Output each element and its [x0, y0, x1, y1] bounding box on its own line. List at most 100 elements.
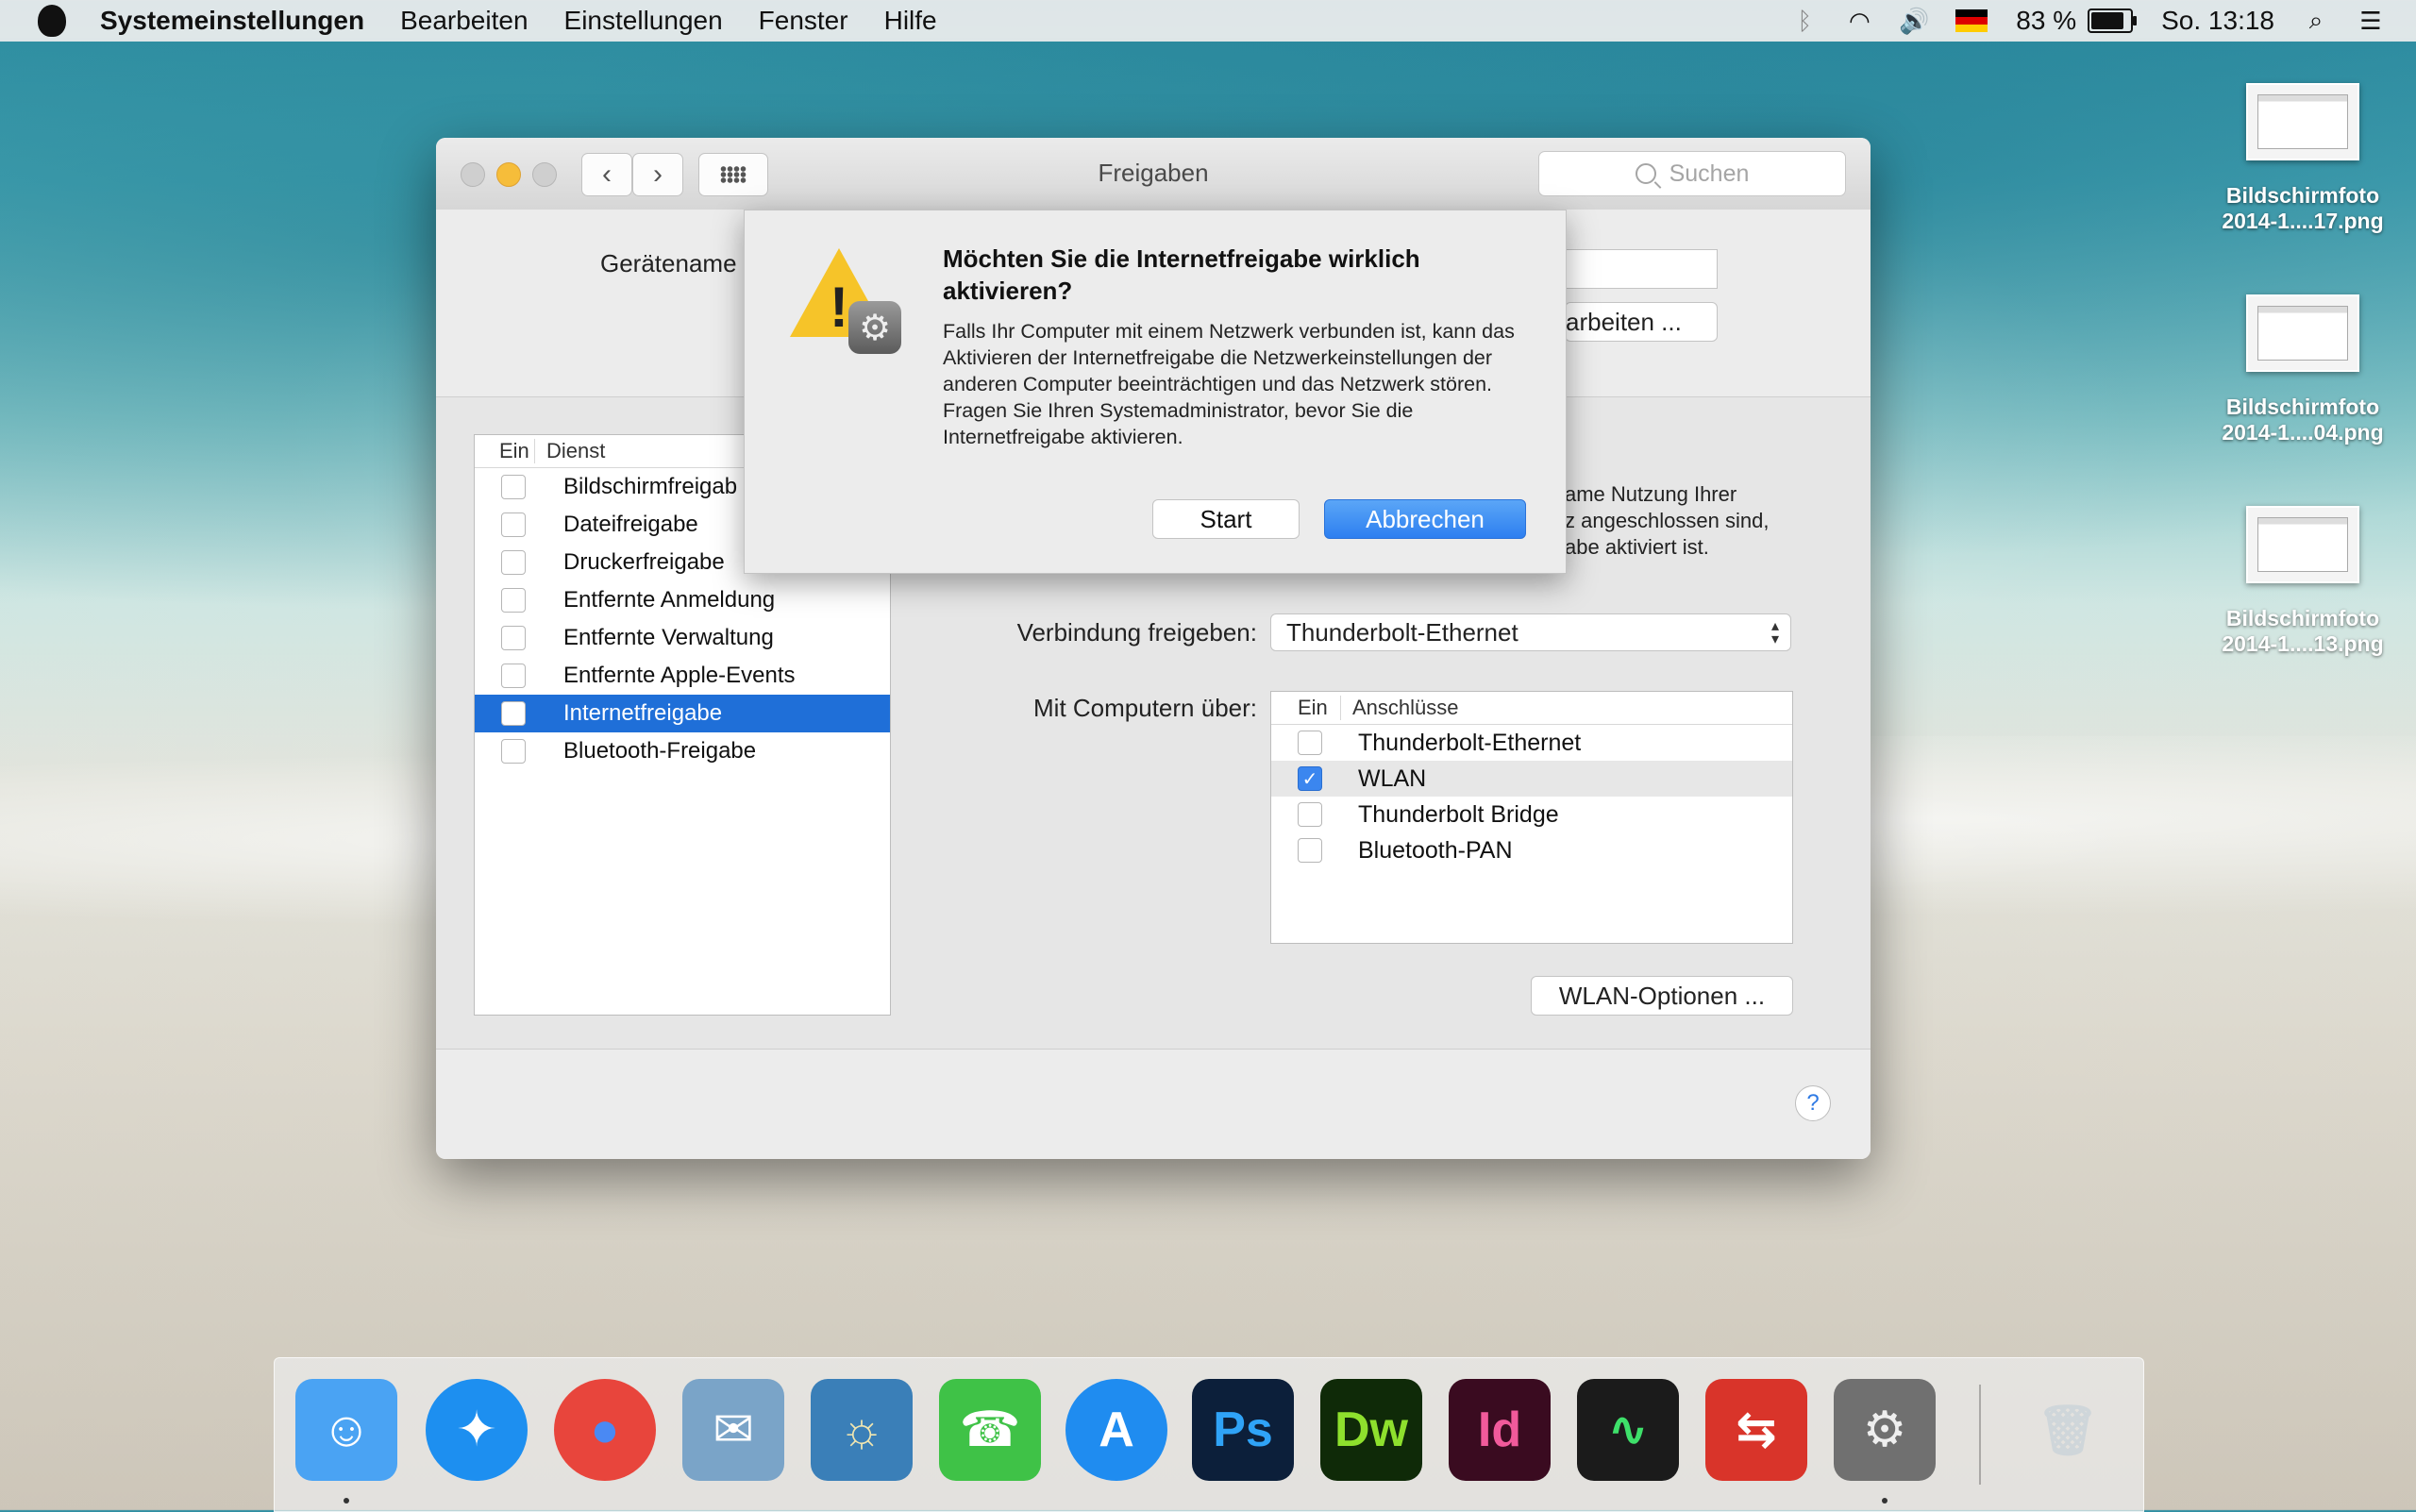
file-name-line2: 2014-1....13.png — [2222, 631, 2384, 656]
service-label: Entfernte Apple-Events — [563, 663, 796, 688]
desktop-file[interactable]: Bildschirmfoto 2014-1....17.png — [2190, 83, 2416, 234]
indesign-icon[interactable]: Id — [1449, 1379, 1551, 1481]
menu-einstellungen[interactable]: Einstellungen — [564, 6, 723, 36]
warning-icon: ! ⚙ — [790, 248, 903, 354]
system-preferences-badge-icon: ⚙ — [848, 301, 901, 354]
dreamweaver-icon[interactable]: Dw — [1320, 1379, 1422, 1481]
remote-desktop-icon[interactable]: ⇆ — [1705, 1379, 1807, 1481]
screenshot-thumbnail-icon — [2246, 83, 2359, 160]
service-checkbox[interactable] — [501, 512, 526, 537]
service-label: Druckerfreigabe — [563, 549, 725, 575]
file-name-line1: Bildschirmfoto — [2225, 183, 2380, 208]
volume-icon[interactable]: 🔊 — [1899, 7, 1929, 35]
wlan-options-button[interactable]: WLAN-Optionen ... — [1531, 976, 1793, 1016]
service-row-selected[interactable]: Internetfreigabe — [475, 695, 890, 732]
port-row[interactable]: Thunderbolt Bridge — [1271, 797, 1792, 832]
edit-device-name-button[interactable]: arbeiten ... — [1565, 302, 1718, 342]
cancel-button[interactable]: Abbrechen — [1324, 499, 1526, 539]
iphoto-icon[interactable]: ☼ — [811, 1379, 913, 1481]
edit-button-label: arbeiten ... — [1566, 307, 1682, 336]
service-label: Bildschirmfreigab — [563, 474, 738, 499]
desktop-file[interactable]: Bildschirmfoto 2014-1....13.png — [2190, 506, 2416, 657]
port-row[interactable]: Bluetooth-PAN — [1271, 832, 1792, 868]
menu-bar: Systemeinstellungen Bearbeiten Einstellu… — [0, 0, 2416, 42]
service-row[interactable]: Bluetooth-Freigabe — [475, 732, 890, 770]
start-button[interactable]: Start — [1152, 499, 1300, 539]
desktop-file[interactable]: Bildschirmfoto 2014-1....04.png — [2190, 294, 2416, 445]
service-label: Dateifreigabe — [563, 512, 698, 537]
service-label: Bluetooth-Freigabe — [563, 738, 757, 764]
dock: ☺ ✦ ● ✉ ☼ ☎ A Ps Dw Id ∿ ⇆ ⚙ 🗑 — [274, 1357, 2144, 1512]
safari-icon[interactable]: ✦ — [426, 1379, 528, 1481]
dock-separator — [1979, 1385, 1981, 1485]
help-button[interactable]: ? — [1795, 1085, 1831, 1121]
search-field[interactable]: Suchen — [1538, 151, 1846, 196]
battery-percent[interactable]: 83 % — [2016, 6, 2076, 36]
service-checkbox[interactable] — [501, 626, 526, 650]
german-flag-icon[interactable] — [1955, 9, 1988, 32]
finder-icon[interactable]: ☺ — [295, 1379, 397, 1481]
service-row[interactable]: Entfernte Apple-Events — [475, 657, 890, 695]
service-description: ame Nutzung Ihrer z angeschlossen sind, … — [1565, 481, 1838, 561]
battery-icon[interactable] — [2088, 8, 2138, 33]
menu-clock[interactable]: So. 13:18 — [2161, 6, 2274, 36]
description-line: ame Nutzung Ihrer — [1565, 482, 1737, 506]
notification-center-icon[interactable]: ☰ — [2357, 7, 2384, 35]
service-checkbox[interactable] — [501, 550, 526, 575]
screenshot-thumbnail-icon — [2246, 506, 2359, 583]
service-checkbox[interactable] — [501, 588, 526, 613]
ports-list[interactable]: Ein Anschlüsse Thunderbolt-Ethernet ✓ WLA… — [1270, 691, 1793, 944]
alert-message: Falls Ihr Computer mit einem Netzwerk ve… — [943, 320, 1515, 448]
port-label: Thunderbolt Bridge — [1358, 800, 1559, 828]
service-label: Entfernte Verwaltung — [563, 625, 774, 650]
service-checkbox[interactable] — [501, 664, 526, 688]
search-placeholder: Suchen — [1669, 160, 1750, 187]
port-checkbox-checked[interactable]: ✓ — [1298, 766, 1322, 791]
menu-hilfe[interactable]: Hilfe — [884, 6, 937, 36]
description-line: z angeschlossen sind, — [1565, 509, 1770, 532]
share-connection-value: Thunderbolt-Ethernet — [1286, 617, 1518, 647]
column-on[interactable]: Ein — [475, 439, 535, 463]
sharing-preferences-window: ‹ › Freigaben Suchen Gerätename arbeiten… — [436, 138, 1871, 1159]
photoshop-icon[interactable]: Ps — [1192, 1379, 1294, 1481]
port-checkbox[interactable] — [1298, 802, 1322, 827]
port-checkbox[interactable] — [1298, 731, 1322, 755]
column-service[interactable]: Dienst — [535, 439, 605, 463]
trash-icon[interactable]: 🗑 — [2017, 1379, 2119, 1481]
column-on[interactable]: Ein — [1271, 696, 1341, 720]
wifi-icon[interactable]: ◠ — [1846, 7, 1872, 35]
file-name-line2: 2014-1....17.png — [2222, 209, 2384, 233]
service-checkbox[interactable] — [501, 701, 526, 726]
port-checkbox[interactable] — [1298, 838, 1322, 863]
facetime-icon[interactable]: ☎ — [939, 1379, 1041, 1481]
popup-arrows-icon: ▴ ▾ — [1770, 618, 1779, 647]
service-checkbox[interactable] — [501, 475, 526, 499]
system-preferences-icon[interactable]: ⚙ — [1834, 1379, 1936, 1481]
menu-app-name[interactable]: Systemeinstellungen — [100, 6, 364, 36]
running-indicator — [344, 1498, 349, 1504]
port-row[interactable]: Thunderbolt-Ethernet — [1271, 725, 1792, 761]
apple-menu-icon[interactable] — [38, 5, 66, 37]
screenshot-thumbnail-icon — [2246, 294, 2359, 372]
service-row[interactable]: Entfernte Verwaltung — [475, 619, 890, 657]
spotlight-icon[interactable]: ⌕ — [2303, 6, 2329, 34]
window-titlebar[interactable]: ‹ › Freigaben Suchen — [436, 138, 1871, 210]
service-label: Entfernte Anmeldung — [563, 587, 776, 613]
activity-monitor-icon[interactable]: ∿ — [1577, 1379, 1679, 1481]
device-name-label: Gerätename — [600, 249, 737, 277]
port-row[interactable]: ✓ WLAN — [1271, 761, 1792, 797]
chrome-icon[interactable]: ● — [554, 1379, 656, 1481]
app-store-icon[interactable]: A — [1065, 1379, 1167, 1481]
device-name-field[interactable] — [1565, 249, 1718, 289]
bluetooth-icon[interactable]: ᛒ — [1791, 7, 1818, 35]
menu-fenster[interactable]: Fenster — [759, 6, 848, 36]
to-computers-label: Mit Computern über: — [1033, 694, 1257, 722]
menu-bearbeiten[interactable]: Bearbeiten — [400, 6, 528, 36]
search-icon — [1635, 163, 1656, 184]
share-connection-popup[interactable]: Thunderbolt-Ethernet ▴ ▾ — [1270, 613, 1791, 651]
service-checkbox[interactable] — [501, 739, 526, 764]
mail-icon[interactable]: ✉ — [682, 1379, 784, 1481]
column-ports[interactable]: Anschlüsse — [1341, 696, 1459, 720]
file-name-line1: Bildschirmfoto — [2225, 606, 2380, 630]
service-row[interactable]: Entfernte Anmeldung — [475, 581, 890, 619]
